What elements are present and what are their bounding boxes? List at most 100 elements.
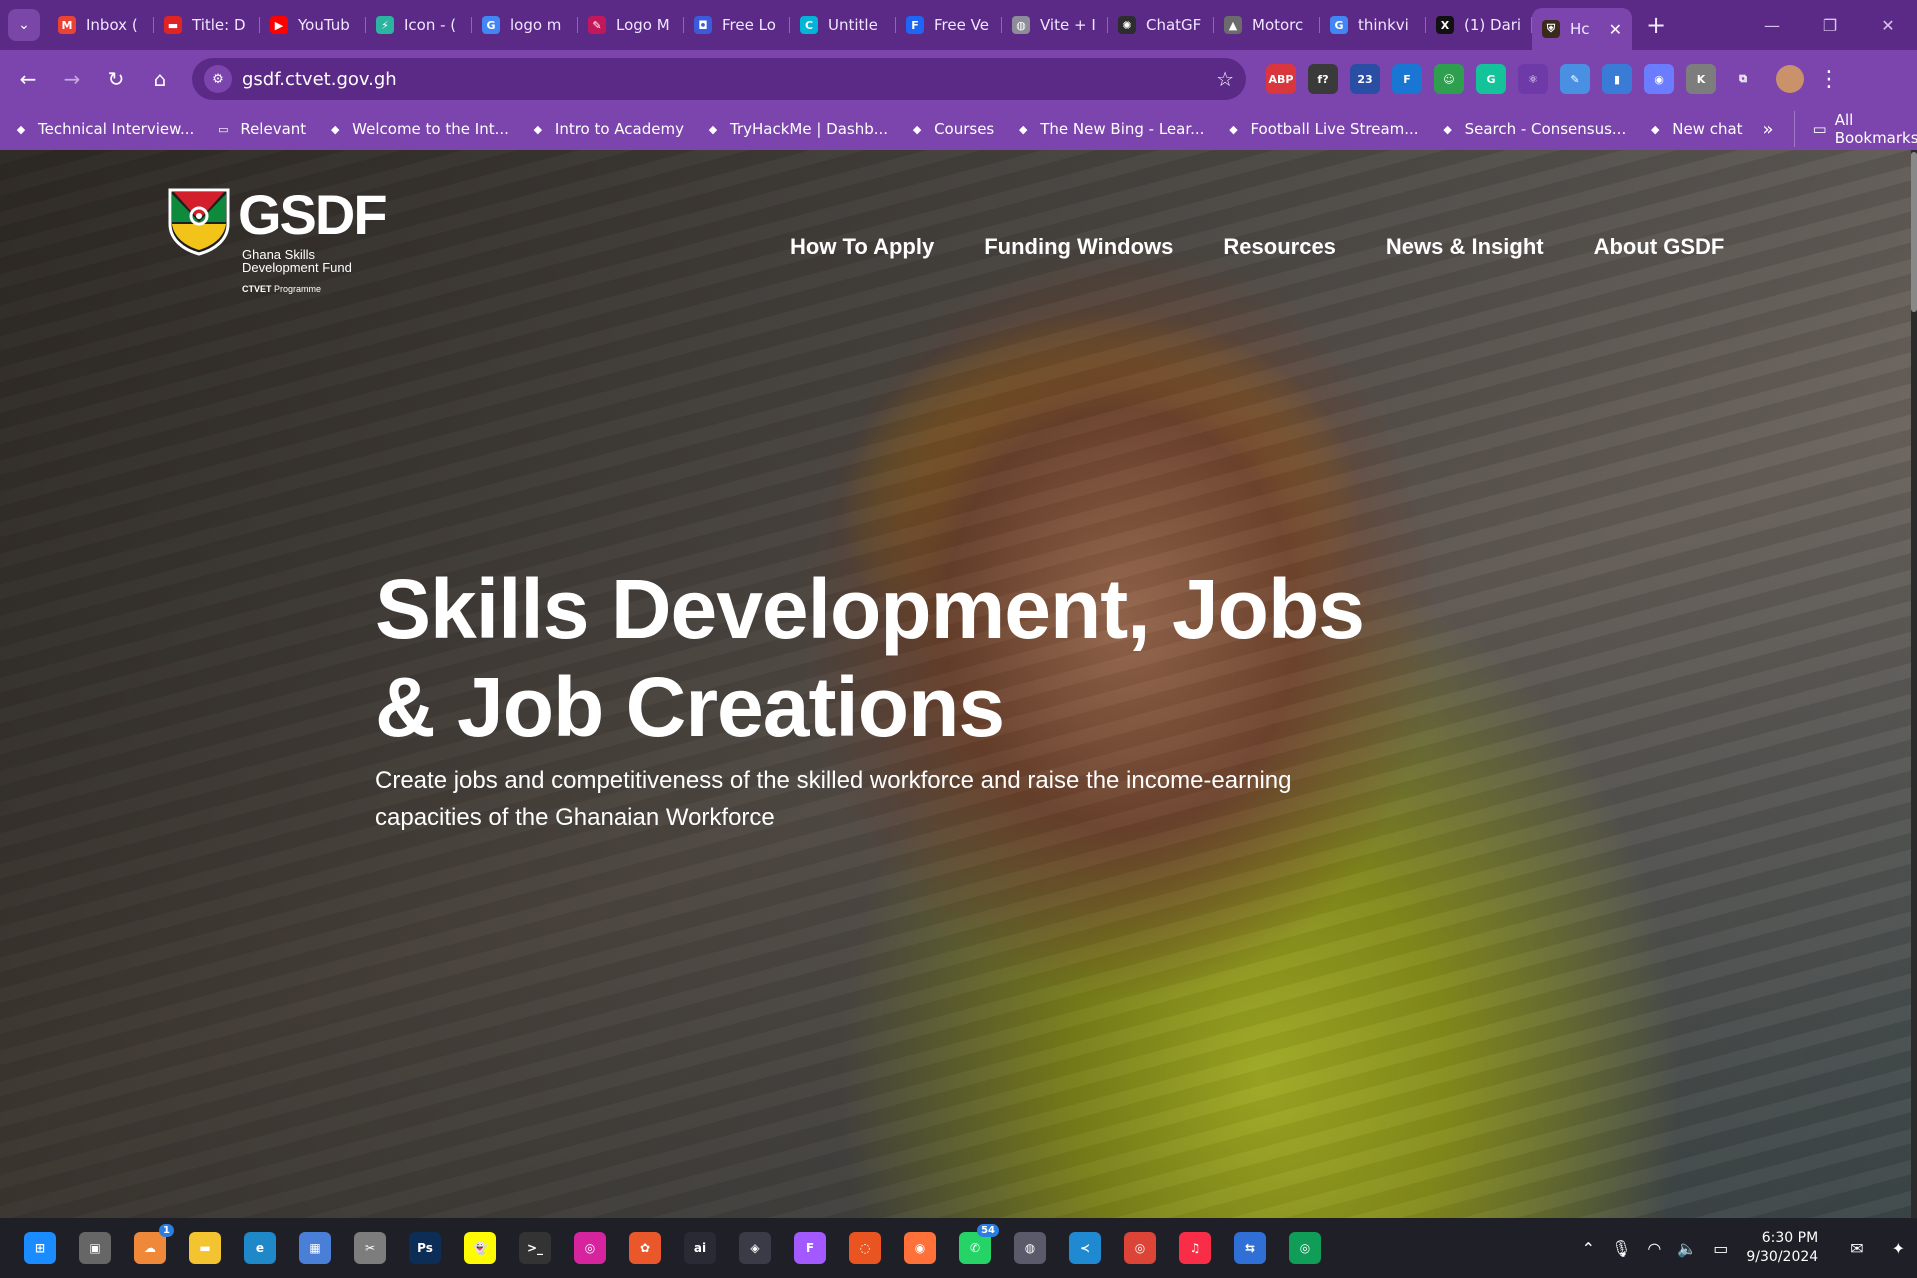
taskbar-glyph: ⇆ xyxy=(1244,1241,1256,1255)
ubuntu-icon[interactable]: ◌ xyxy=(849,1232,881,1264)
grammarly-icon[interactable]: G xyxy=(1476,64,1506,94)
ext-robot-icon[interactable]: ☺ xyxy=(1434,64,1464,94)
copilot-icon[interactable]: ✦ xyxy=(1892,1239,1905,1258)
address-bar[interactable]: ⚙ gsdf.ctvet.gov.gh ☆ xyxy=(192,58,1246,100)
tab[interactable]: ✎ Logo M xyxy=(578,7,684,43)
back-button[interactable]: ← xyxy=(6,57,50,101)
tab[interactable]: ▲ Motorc xyxy=(1214,7,1320,43)
gsdf-logo[interactable]: GSDF Ghana Skills Development Fund CTVET… xyxy=(166,186,388,294)
snipping-icon[interactable]: ✂ xyxy=(354,1232,386,1264)
tab[interactable]: M Inbox ( xyxy=(48,7,154,43)
bookmark-item[interactable]: ▭ Relevant xyxy=(214,120,306,138)
bookmark-star-icon[interactable]: ☆ xyxy=(1216,67,1234,91)
tab[interactable]: C Untitle xyxy=(790,7,896,43)
new-tab-button[interactable]: + xyxy=(1646,11,1666,39)
windows-start-icon[interactable]: ⊞ xyxy=(24,1232,56,1264)
bookmarks-overflow-icon[interactable]: » xyxy=(1763,119,1774,140)
ext-f-icon[interactable]: F xyxy=(1392,64,1422,94)
tab[interactable]: ✺ ChatGF xyxy=(1108,7,1214,43)
restore-button[interactable]: ❐ xyxy=(1801,0,1859,50)
chrome-icon[interactable]: ◎ xyxy=(1124,1232,1156,1264)
bookmark-page-icon: ◆ xyxy=(330,122,340,136)
notification-icon[interactable]: ✉ xyxy=(1850,1239,1863,1258)
reload-button[interactable]: ↻ xyxy=(94,57,138,101)
nav-link-news-insight[interactable]: News & Insight xyxy=(1386,234,1544,260)
tray-overflow-icon[interactable]: ⌃ xyxy=(1582,1239,1595,1258)
google-icon: G xyxy=(1330,16,1348,34)
logo-programme: CTVET Programme xyxy=(242,284,386,294)
font-icon[interactable]: f? xyxy=(1308,64,1338,94)
react-icon[interactable]: ⚛ xyxy=(1518,64,1548,94)
chrome-profile-icon[interactable]: ◎ xyxy=(1289,1232,1321,1264)
photoshop-icon[interactable]: Ps xyxy=(409,1232,441,1264)
tab[interactable]: X (1) Dari xyxy=(1426,7,1532,43)
tab-active[interactable]: ⛨ Hc ✕ xyxy=(1532,8,1632,50)
ext-edit-icon[interactable]: ✎ xyxy=(1560,64,1590,94)
all-bookmarks-button[interactable]: ▭ All Bookmarks xyxy=(1793,111,1917,147)
puzzle-icon[interactable]: ⧉ xyxy=(1728,64,1758,94)
store-icon[interactable]: ▦ xyxy=(299,1232,331,1264)
site-info-icon[interactable]: ⚙ xyxy=(204,65,232,93)
firefox-icon[interactable]: ◉ xyxy=(904,1232,936,1264)
battery-icon[interactable]: ▭ xyxy=(1713,1239,1728,1258)
volume-icon[interactable]: 🔈 xyxy=(1677,1239,1697,1258)
home-button[interactable]: ⌂ xyxy=(138,57,182,101)
remote-icon[interactable]: ⇆ xyxy=(1234,1232,1266,1264)
bookmark-item[interactable]: ◆ Football Live Stream... xyxy=(1224,120,1418,138)
snapchat-icon[interactable]: 👻 xyxy=(464,1232,496,1264)
bookmark-item[interactable]: ◆ New chat xyxy=(1646,120,1743,138)
adblock-icon[interactable]: ABP xyxy=(1266,64,1296,94)
minimize-button[interactable]: — xyxy=(1743,0,1801,50)
wifi-icon[interactable]: ◠ xyxy=(1647,1239,1661,1258)
ext-circle-icon[interactable]: ◉ xyxy=(1644,64,1674,94)
bookmark-item[interactable]: ◆ Courses xyxy=(908,120,994,138)
close-window-button[interactable]: ✕ xyxy=(1859,0,1917,50)
system-clock[interactable]: 6:30 PM 9/30/2024 xyxy=(1746,1229,1818,1267)
bookmark-item[interactable]: ◆ TryHackMe | Dashb... xyxy=(704,120,888,138)
instagram-icon[interactable]: ◎ xyxy=(574,1232,606,1264)
tab-search-button[interactable]: ⌄ xyxy=(8,9,40,41)
nav-link-resources[interactable]: Resources xyxy=(1223,234,1336,260)
bookmark-item[interactable]: ◆ Welcome to the Int... xyxy=(326,120,509,138)
page-scrollbar-thumb[interactable] xyxy=(1911,152,1917,312)
tab[interactable]: Gthinkvi xyxy=(1320,7,1426,43)
edge-icon[interactable]: e xyxy=(244,1232,276,1264)
figma-icon[interactable]: F xyxy=(794,1232,826,1264)
close-tab-icon[interactable]: ✕ xyxy=(1609,20,1622,39)
bookmark-item[interactable]: ◆ Intro to Academy xyxy=(529,120,684,138)
tab[interactable]: ◍ Vite + I xyxy=(1002,7,1108,43)
mic-muted-icon[interactable]: 🎙 xyxy=(1611,1239,1631,1258)
whatsapp-icon[interactable]: ✆ 54 xyxy=(959,1224,999,1264)
url-text[interactable]: gsdf.ctvet.gov.gh xyxy=(242,69,1216,90)
tab[interactable]: ◘ Free Lo xyxy=(684,7,790,43)
vscode-icon[interactable]: ≺ xyxy=(1069,1232,1101,1264)
github-icon[interactable]: ◍ xyxy=(1014,1232,1046,1264)
tab[interactable]: ⚡ Icon - ( xyxy=(366,7,472,43)
profile-avatar[interactable] xyxy=(1776,65,1804,93)
bookmark-item[interactable]: ◆ Technical Interview... xyxy=(12,120,195,138)
weather-icon[interactable]: ☁ 1 xyxy=(134,1224,174,1264)
ext-k-icon[interactable]: K xyxy=(1686,64,1716,94)
browser-menu-icon[interactable]: ⋮ xyxy=(1818,67,1840,92)
system-tray: ⌃ 🎙 ◠ 🔈 ▭ 6:30 PM 9/30/2024 ✉ ✦ xyxy=(1566,1218,1917,1278)
photos-icon[interactable]: ✿ xyxy=(629,1232,661,1264)
bookmark-item[interactable]: ◆ Search - Consensus... xyxy=(1439,120,1626,138)
forward-button[interactable]: → xyxy=(50,57,94,101)
task-view-icon[interactable]: ▣ xyxy=(79,1232,111,1264)
ext-hat-icon[interactable]: 23 xyxy=(1350,64,1380,94)
ext-book-icon[interactable]: ▮ xyxy=(1602,64,1632,94)
tab-title: Motorc xyxy=(1252,16,1304,34)
tab[interactable]: ▬ Title: D xyxy=(154,7,260,43)
terminal-icon[interactable]: >_ xyxy=(519,1232,551,1264)
nav-link-how-to-apply[interactable]: How To Apply xyxy=(790,234,934,260)
tab[interactable]: ▶ YouTub xyxy=(260,7,366,43)
bookmark-item[interactable]: ◆ The New Bing - Lear... xyxy=(1014,120,1204,138)
tab[interactable]: Glogo m xyxy=(472,7,578,43)
music-icon[interactable]: ♫ xyxy=(1179,1232,1211,1264)
davinci-icon[interactable]: ◈ xyxy=(739,1232,771,1264)
ai-app-icon[interactable]: ai xyxy=(684,1232,716,1264)
tab[interactable]: F Free Ve xyxy=(896,7,1002,43)
nav-link-about-gsdf[interactable]: About GSDF xyxy=(1594,234,1725,260)
file-explorer-icon[interactable]: ▬ xyxy=(189,1232,221,1264)
nav-link-funding-windows[interactable]: Funding Windows xyxy=(984,234,1173,260)
